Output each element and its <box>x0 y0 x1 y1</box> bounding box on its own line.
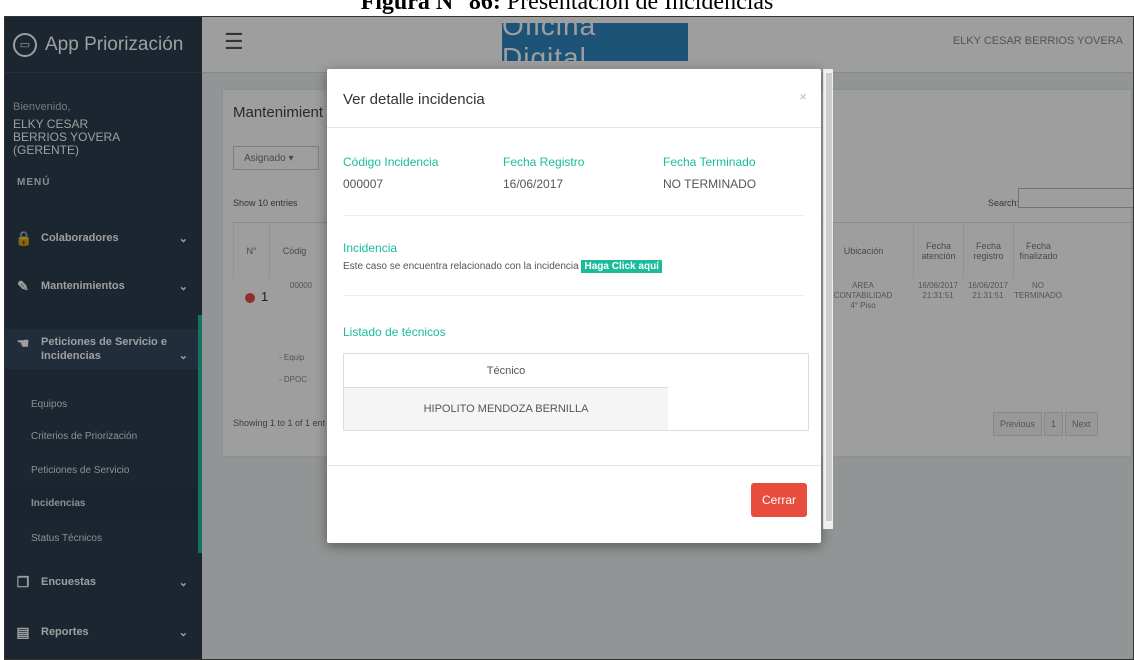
register-date-value: 16/06/2017 <box>503 177 564 191</box>
figure-caption: Figura N° 86: Presentación de Incidencia… <box>0 0 1134 16</box>
technician-row: HIPOLITO MENDOZA BERNILLA <box>344 388 668 430</box>
caption-number: Figura N° 86: <box>360 0 501 15</box>
divider <box>327 465 821 466</box>
divider <box>343 215 805 216</box>
close-button[interactable]: Cerrar <box>751 483 807 517</box>
divider <box>327 127 821 128</box>
scrollbar-thumb[interactable] <box>826 73 832 521</box>
app-screenshot: ▭ App Priorización Bienvenido, ELKY CESA… <box>4 16 1134 660</box>
incidence-label: Incidencia <box>343 241 398 255</box>
end-date-value: NO TERMINADO <box>663 177 757 191</box>
close-icon[interactable]: × <box>799 89 807 104</box>
register-date-label: Fecha Registro <box>503 155 585 169</box>
incidence-description: Este caso se encuentra relacionado con l… <box>343 261 582 272</box>
modal-title: Ver detalle incidencia <box>343 91 485 108</box>
incidence-link[interactable]: Haga Click aquí <box>581 260 662 273</box>
incident-detail-modal: Ver detalle incidencia × Código Incidenc… <box>327 69 821 543</box>
incident-code-label: Código Incidencia <box>343 155 439 169</box>
caption-text: Presentación de Incidencias <box>500 0 774 15</box>
technicians-label: Listado de técnicos <box>343 325 446 339</box>
technicians-table: Técnico HIPOLITO MENDOZA BERNILLA <box>343 353 809 431</box>
incident-code-value: 000007 <box>343 177 384 191</box>
divider <box>343 295 805 296</box>
technician-column-header: Técnico <box>344 354 668 388</box>
incidence-text: Este caso se encuentra relacionado con l… <box>343 260 662 273</box>
end-date-label: Fecha Terminado <box>663 155 756 169</box>
modal-scrollbar[interactable] <box>823 69 833 529</box>
